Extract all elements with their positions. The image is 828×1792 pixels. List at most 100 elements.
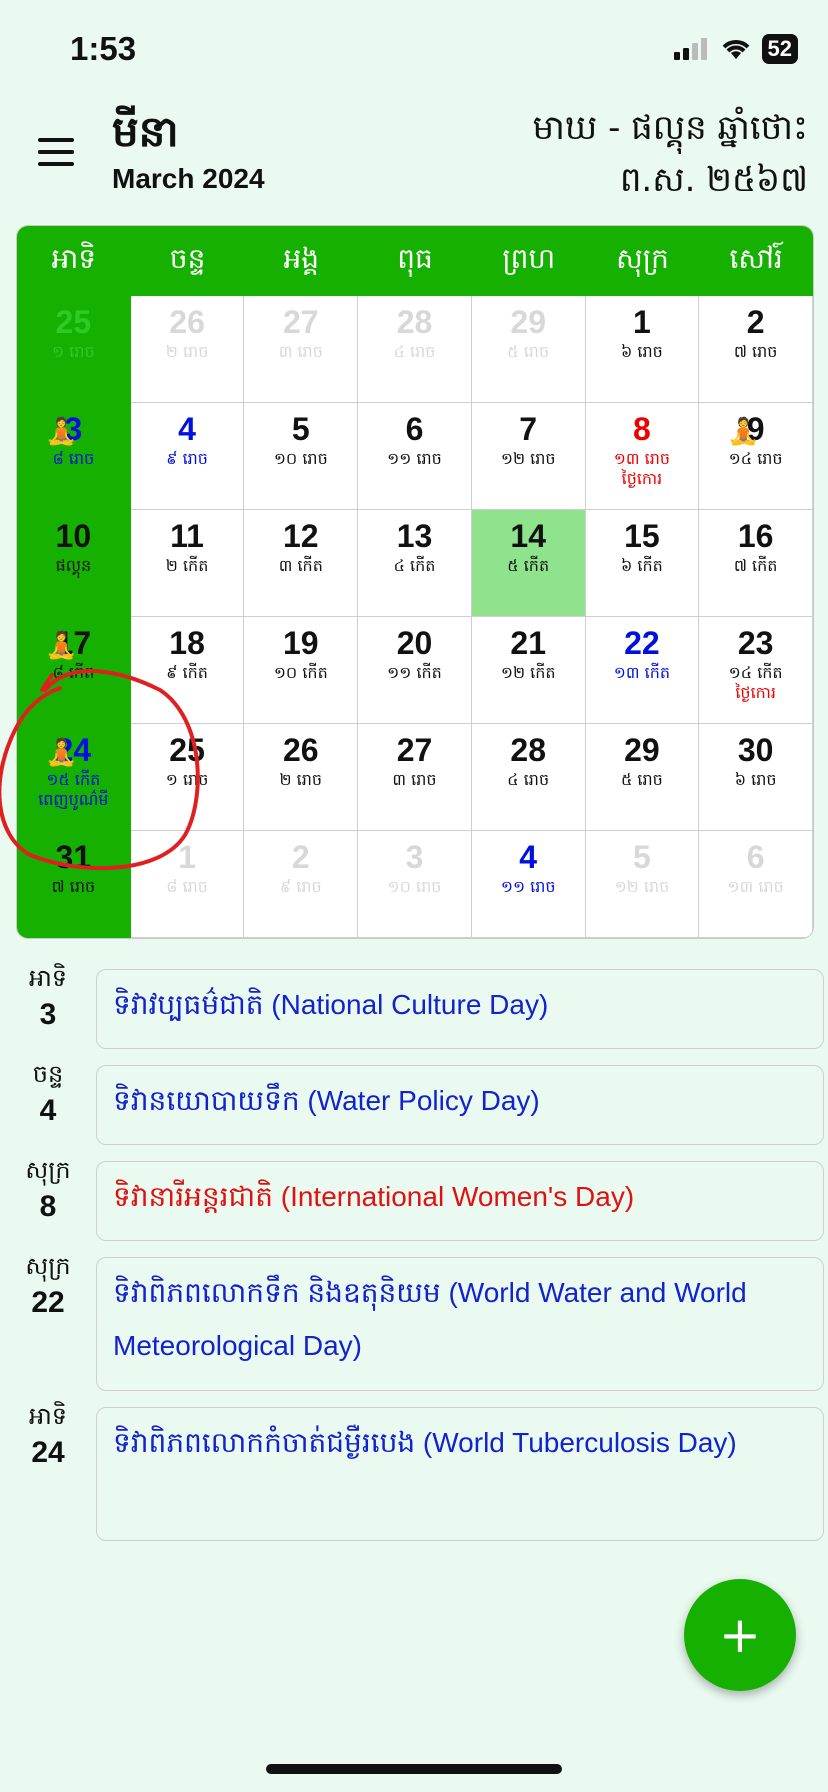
holy-day-label: ពេញបូណ៌មី	[38, 790, 109, 809]
day-cell[interactable]: 30 ៦ រោច	[699, 724, 813, 831]
day-cell[interactable]: 21 ១២ កើត	[471, 617, 586, 724]
buddhist-year-label: ព.ស. ២៥៦៧	[619, 160, 808, 200]
day-cell[interactable]: 16 ៧ កើត	[699, 510, 813, 617]
event-weekday: សុក្រ	[25, 1252, 71, 1280]
header: មីនា March 2024 មាឃ - ផល្គុន ឆ្នាំថោះ ព.…	[0, 100, 828, 210]
day-cell[interactable]: 2 ៧ រោច	[699, 296, 813, 403]
lunar-day-label: ១ រោច	[165, 770, 209, 789]
day-number: 1	[633, 304, 651, 340]
hamburger-menu-icon[interactable]	[38, 138, 74, 166]
battery-icon: 52	[761, 34, 798, 64]
event-day: ចន្ទ 4	[10, 1059, 86, 1128]
day-cell[interactable]: 6 ១៣ រោច	[699, 831, 813, 938]
lunar-day-label: ៦ កើត	[621, 556, 663, 575]
status-time: 1:53	[70, 30, 137, 67]
event-card[interactable]: ទិវាពិភពលោកកំចាត់ជម្ងឺរបេង (World Tuberc…	[96, 1407, 824, 1541]
day-number: 23	[737, 625, 774, 661]
day-cell[interactable]: 🧘 24 ១៥ កើត ពេញបូណ៌មី	[17, 724, 131, 831]
lunar-day-label: ៣ កើត	[278, 556, 323, 575]
home-indicator	[266, 1764, 562, 1774]
day-cell[interactable]: 14 ៥ កើត	[471, 510, 586, 617]
day-cell[interactable]: 27 ៣ រោច	[244, 296, 359, 403]
holy-day-label: ថ្ងៃកោរ	[621, 469, 663, 488]
day-cell[interactable]: 28 ៤ រោច	[471, 724, 586, 831]
day-cell[interactable]: 🧘 17 ៨ កើត	[17, 617, 131, 724]
day-number: 11	[170, 518, 204, 554]
day-cell[interactable]: 26 ២ រោច	[130, 296, 245, 403]
add-event-button[interactable]: +	[684, 1579, 796, 1691]
weekday-fri: សុក្រ	[616, 241, 669, 275]
event-card[interactable]: ទិវានយោបាយទឹក (Water Policy Day)	[96, 1065, 824, 1145]
event-day: អាទិ 3	[10, 963, 86, 1032]
day-cell[interactable]: 🧘 9 ១៤ រោច	[699, 403, 813, 510]
lunar-day-label: ៧ កើត	[733, 556, 778, 575]
day-cell[interactable]: 1 ៦ រោច	[585, 296, 700, 403]
lunar-day-label: ៨ រោច	[52, 449, 95, 468]
event-card[interactable]: ទិវាវប្បធម៌ជាតិ (National Culture Day)	[96, 969, 824, 1049]
lunar-day-label: ៧ រោច	[51, 877, 96, 896]
day-number: 3	[405, 839, 424, 875]
day-cell[interactable]: 13 ៤ កើត	[358, 510, 472, 617]
event-card[interactable]: ទិវាពិភពលោកទឹក និងឧតុនិយម (World Water a…	[96, 1257, 824, 1391]
day-cell[interactable]: 20 ១១ កើត	[358, 617, 472, 724]
day-number: 19	[282, 625, 319, 661]
day-cell[interactable]: 8 ១៣ រោច ថ្ងៃកោរ	[585, 403, 700, 510]
day-cell[interactable]: 19 ១០ កើត	[244, 617, 359, 724]
day-number: 15	[624, 518, 660, 554]
day-cell[interactable]: 25 ១ រោច	[130, 724, 245, 831]
event-card[interactable]: ទិវានារីអន្តរជាតិ (International Women's…	[96, 1161, 824, 1241]
lunar-day-label: ១៥ កើត	[46, 770, 101, 789]
event-day: សុក្រ 22	[10, 1251, 86, 1320]
day-number: 22	[624, 625, 660, 661]
day-cell[interactable]: 3 ១០ រោច	[358, 831, 472, 938]
day-cell[interactable]: 26 ២ រោច	[244, 724, 359, 831]
day-number: 13	[396, 518, 433, 554]
lunar-day-label: ៩ រោច	[166, 449, 208, 468]
month-title-english: March 2024	[112, 163, 265, 194]
buddhist-holy-day-icon: 🧘	[45, 738, 78, 768]
day-number: 28	[396, 304, 433, 340]
day-number: 5	[291, 411, 310, 447]
lunar-month-label: មាឃ - ផល្គុន ឆ្នាំថោះ	[532, 108, 808, 148]
day-cell[interactable]: 27 ៣ រោច	[358, 724, 472, 831]
day-cell[interactable]: 5 ១០ រោច	[244, 403, 359, 510]
day-cell[interactable]: 1 ៨ រោច	[130, 831, 245, 938]
lunar-day-label: ១៣ រោច	[613, 449, 671, 468]
day-cell[interactable]: 28 ៤ រោច	[358, 296, 472, 403]
lunar-day-label: ១០ រោច	[387, 877, 442, 896]
lunar-day-label: ៤ រោច	[393, 342, 436, 361]
day-cell[interactable]: 22 ១៣ កើត	[585, 617, 700, 724]
day-cell[interactable]: 29 ៥ រោច	[585, 724, 700, 831]
day-cell[interactable]: 12 ៣ កើត	[244, 510, 359, 617]
lunar-day-label: ១២ កើត	[500, 663, 556, 682]
day-number: 8	[633, 411, 651, 447]
day-cell[interactable]: 7 ១២ រោច	[471, 403, 586, 510]
day-number: 16	[737, 518, 774, 554]
day-cell[interactable]: 4 ១១ រោច	[471, 831, 586, 938]
event-weekday: សុក្រ	[25, 1156, 71, 1184]
day-cell[interactable]: 31 ៧ រោច	[17, 831, 131, 938]
day-grid: 25 ១ រោច 26 ២ រោច 27 ៣ រោច 28 ៤ រោច 29 ៥ រោច 1 ៦ រោ…	[17, 296, 813, 938]
day-cell[interactable]: 25 ១ រោច	[17, 296, 131, 403]
day-cell[interactable]: 🧘 3 ៨ រោច	[17, 403, 131, 510]
lunar-day-label: ១២ រោច	[500, 449, 556, 468]
lunar-day-label: ៦ រោច	[734, 770, 777, 789]
weekday-tue: អង្គ	[283, 241, 320, 275]
lunar-day-label: ២ កើត	[165, 556, 209, 575]
day-cell[interactable]: 6 ១១ រោច	[358, 403, 472, 510]
day-number: 10	[55, 518, 92, 554]
day-cell[interactable]: 29 ៥ រោច	[471, 296, 586, 403]
day-cell[interactable]: 2 ៩ រោច	[244, 831, 359, 938]
day-cell[interactable]: 11 ២ កើត	[130, 510, 245, 617]
day-number: 1	[178, 839, 196, 875]
lunar-day-label: ១១ រោច	[500, 877, 556, 896]
day-cell[interactable]: 10 ផល្គុន	[17, 510, 131, 617]
day-cell[interactable]: 18 ៩ កើត	[130, 617, 245, 724]
day-cell[interactable]: 23 ១៤ កើត ថ្ងៃកោរ	[699, 617, 813, 724]
lunar-day-label: ៥ កើត	[507, 556, 550, 575]
day-number: 27	[396, 732, 433, 768]
day-cell[interactable]: 5 ១២ រោច	[585, 831, 700, 938]
day-cell[interactable]: 4 ៩ រោច	[130, 403, 245, 510]
day-cell[interactable]: 15 ៦ កើត	[585, 510, 700, 617]
lunar-day-label: ១១ រោច	[387, 449, 442, 468]
